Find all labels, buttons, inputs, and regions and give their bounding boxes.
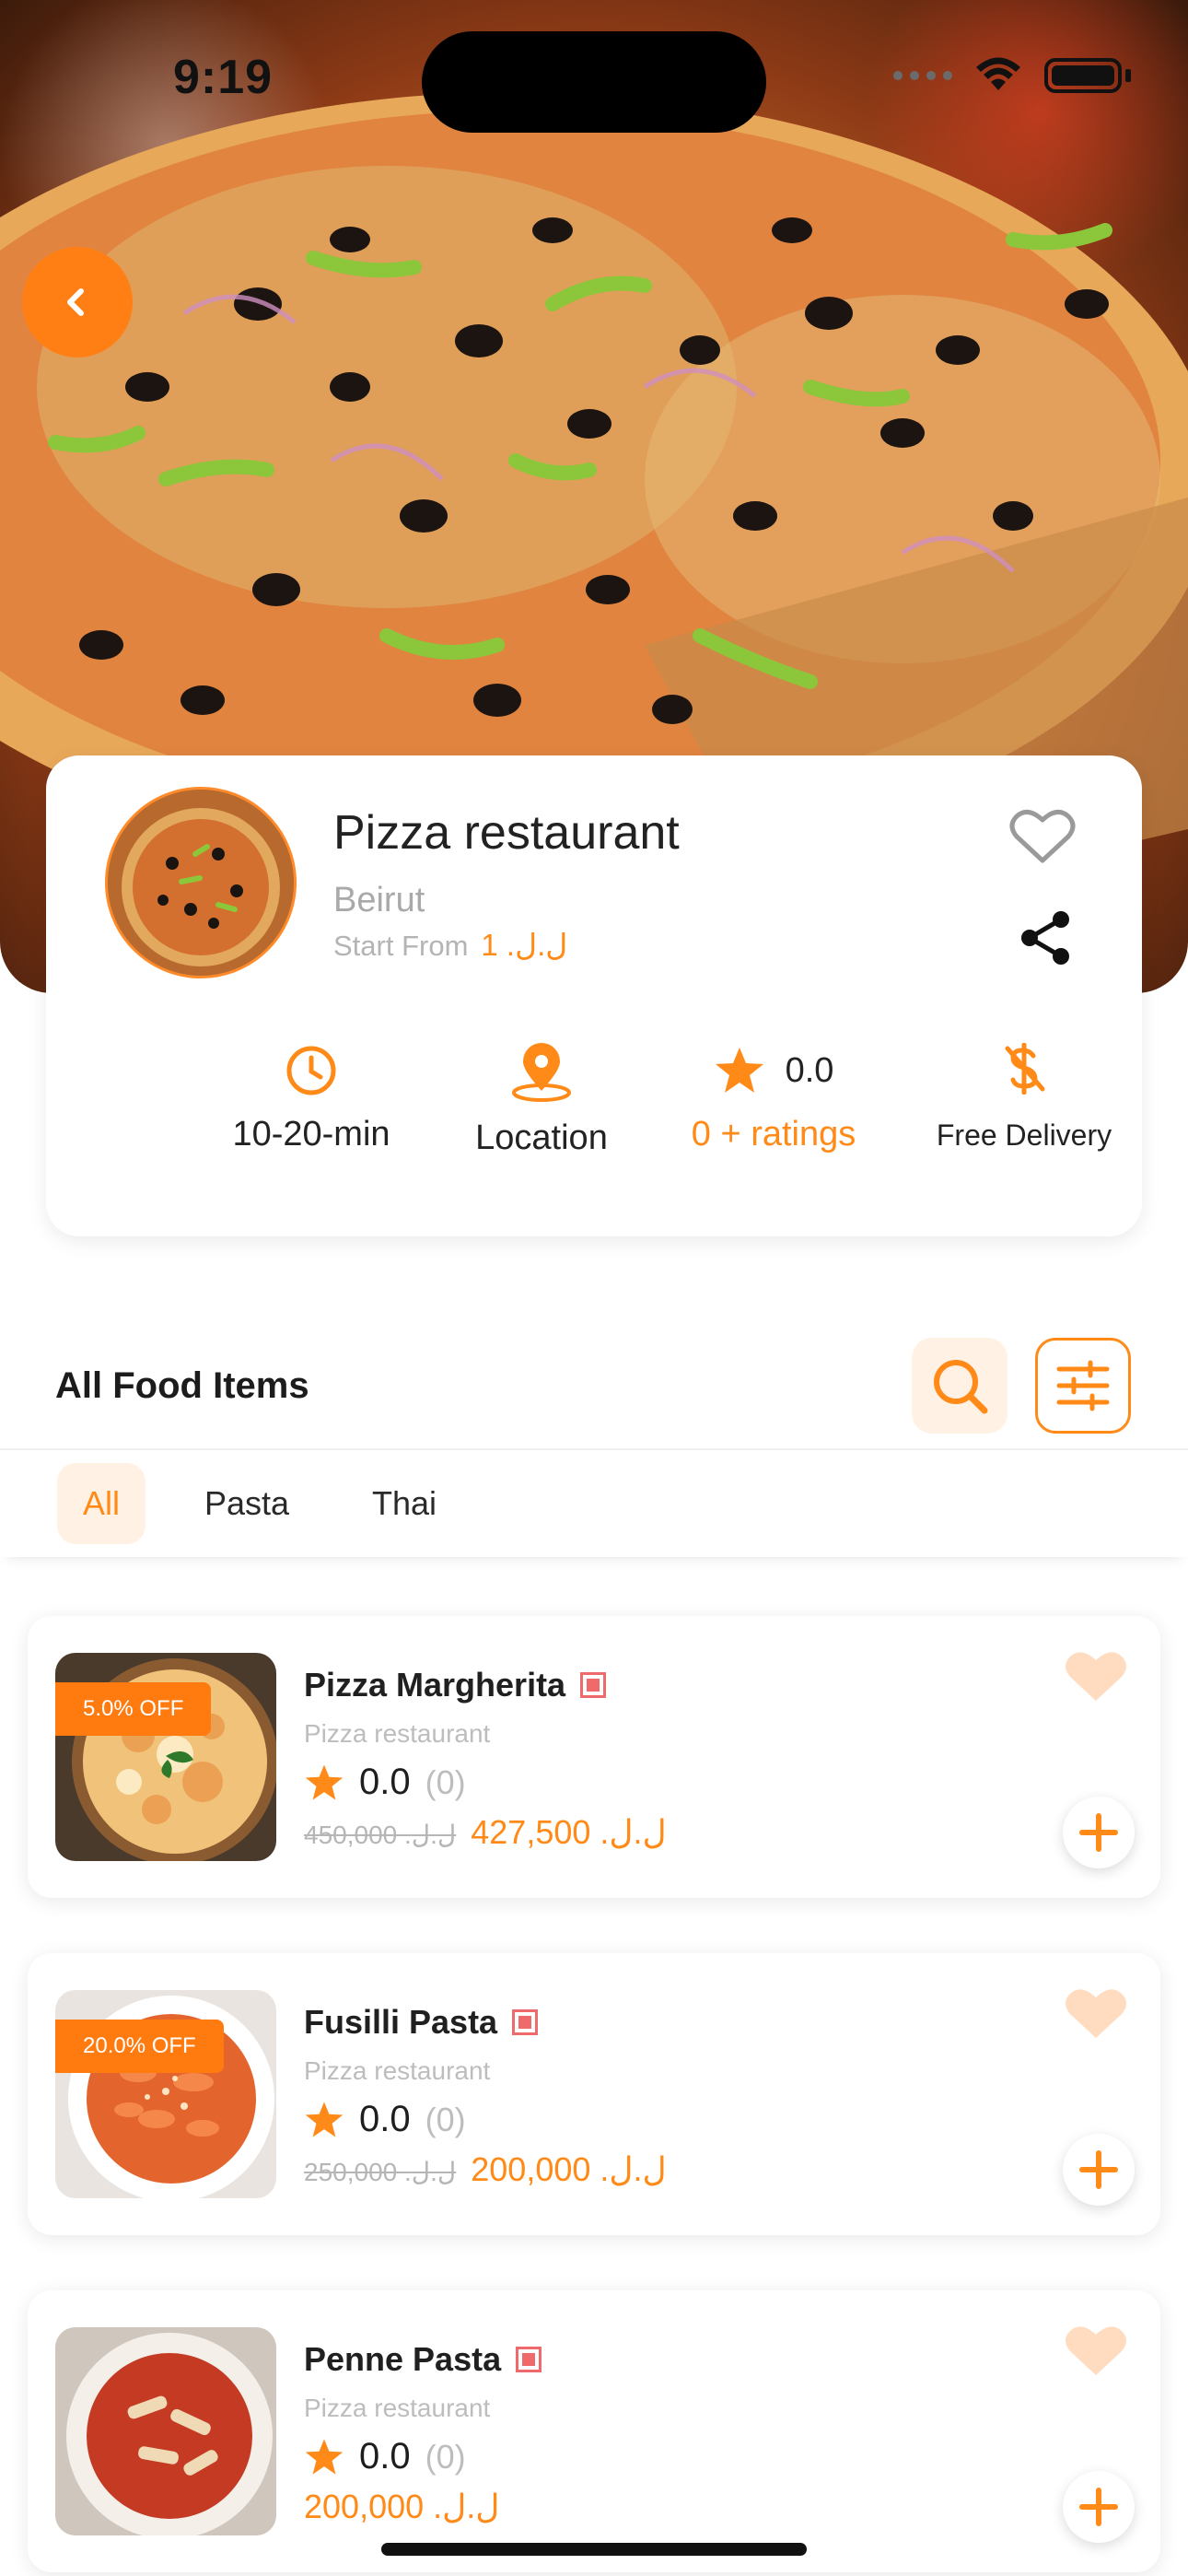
plus-icon <box>1079 2150 1118 2189</box>
favorite-button[interactable] <box>1009 807 1076 871</box>
food-name: Pizza Margherita <box>304 1666 566 1704</box>
battery-icon <box>1044 58 1122 93</box>
favorite-button[interactable] <box>1063 2322 1129 2385</box>
wifi-icon <box>976 57 1020 90</box>
favorite-button[interactable] <box>1063 1647 1129 1711</box>
current-price: 200,000 .ل.ل <box>304 2488 500 2525</box>
old-price: 250,000 .ل.ل <box>304 2158 457 2186</box>
search-button[interactable] <box>912 1338 1007 1434</box>
free-delivery-stat: Free Delivery <box>884 1043 1164 1153</box>
food-restaurant: Pizza restaurant <box>304 1719 491 1748</box>
share-icon <box>1021 911 1069 965</box>
rating-stat[interactable]: 0.0 0 + ratings <box>635 1043 912 1154</box>
delivery-time-label: 10-20-min <box>232 1115 390 1153</box>
tab-pasta[interactable]: Pasta <box>179 1463 315 1544</box>
back-chevron-icon <box>67 288 84 316</box>
restaurant-info-card: Pizza restaurant Beirut Start From 1 .ل.ل… <box>46 755 1142 1236</box>
back-button[interactable] <box>22 247 133 357</box>
search-icon <box>934 1360 988 1414</box>
food-item-card[interactable]: Penne Pasta Pizza restaurant 0.0 (0) 200… <box>28 2290 1160 2572</box>
penne-pasta-image <box>55 2327 276 2535</box>
start-from-row: Start From 1 .ل.ل <box>333 927 567 963</box>
status-indicators <box>893 57 1131 94</box>
add-to-cart-button[interactable] <box>1063 2471 1135 2543</box>
star-icon <box>305 1764 344 1800</box>
food-rating-count: (0) <box>425 1762 466 1801</box>
category-tabs: All Pasta Thai <box>0 1450 1188 1557</box>
start-from-label: Start From <box>333 930 469 962</box>
food-rating-count: (0) <box>425 2100 466 2138</box>
rating-row: 0.0 <box>714 1043 834 1098</box>
heart-outline-icon <box>1009 809 1076 863</box>
food-item-card[interactable]: 20.0% OFF Fusilli Pasta Pizza restaurant… <box>28 1953 1160 2235</box>
food-name-row: Penne Pasta <box>304 2340 542 2379</box>
food-name: Fusilli Pasta <box>304 2003 498 2041</box>
food-rating-value: 0.0 <box>359 1762 411 1802</box>
favorite-button[interactable] <box>1063 1985 1129 2048</box>
food-rating-value: 0.0 <box>359 2436 411 2476</box>
food-rating-value: 0.0 <box>359 2099 411 2139</box>
pizza-thumbnail <box>108 790 294 976</box>
food-rating: 0.0 (0) <box>304 1762 466 1803</box>
share-button[interactable] <box>1019 908 1074 972</box>
delivery-time-stat: 10-20-min <box>181 1043 442 1154</box>
food-rating: 0.0 (0) <box>304 2436 466 2477</box>
food-price-row: 450,000 .ل.ل 427,500 .ل.ل <box>304 1813 667 1852</box>
restaurant-name: Pizza restaurant <box>333 806 680 860</box>
heart-icon <box>1066 1652 1126 1701</box>
heart-icon <box>1066 1989 1126 2038</box>
food-price-row: 250,000 .ل.ل 200,000 .ل.ل <box>304 2150 667 2189</box>
star-icon <box>715 1048 763 1093</box>
discount-badge: 20.0% OFF <box>55 2020 224 2073</box>
food-rating-count: (0) <box>425 2437 466 2476</box>
current-price: 200,000 .ل.ل <box>471 2150 667 2188</box>
start-from-price: 1 .ل.ل <box>481 928 568 962</box>
restaurant-city: Beirut <box>333 881 425 919</box>
plus-icon <box>1079 2488 1118 2526</box>
food-name-row: Pizza Margherita <box>304 1666 607 1704</box>
heart-icon <box>1066 2326 1126 2375</box>
status-time: 9:19 <box>173 51 274 104</box>
star-icon <box>305 2102 344 2137</box>
veg-marker-icon <box>512 2009 539 2035</box>
tab-thai[interactable]: Thai <box>346 1463 462 1544</box>
discount-badge: 5.0% OFF <box>55 1682 212 1736</box>
veg-marker-icon <box>516 2347 542 2372</box>
star-icon <box>305 2439 344 2475</box>
location-pin-icon <box>512 1043 571 1102</box>
food-name-row: Fusilli Pasta <box>304 2003 539 2042</box>
tab-all[interactable]: All <box>57 1463 146 1544</box>
location-stat[interactable]: Location <box>411 1043 672 1158</box>
food-image <box>55 2327 276 2535</box>
free-delivery-icon <box>1005 1043 1045 1095</box>
food-price-row: 200,000 .ل.ل <box>304 2488 499 2526</box>
add-to-cart-button[interactable] <box>1063 1797 1135 1868</box>
free-delivery-label: Free Delivery <box>936 1118 1112 1152</box>
cellular-signal-icon <box>893 71 952 80</box>
food-restaurant: Pizza restaurant <box>304 2056 491 2085</box>
clock-icon <box>286 1046 336 1095</box>
food-restaurant: Pizza restaurant <box>304 2394 491 2422</box>
battery-tip <box>1125 69 1131 82</box>
veg-marker-icon <box>580 1672 607 1698</box>
rating-value: 0.0 <box>785 1050 834 1090</box>
filter-button[interactable] <box>1035 1338 1131 1434</box>
food-item-card[interactable]: 5.0% OFF Pizza Margherita Pizza restaura… <box>28 1616 1160 1898</box>
food-rating: 0.0 (0) <box>304 2099 466 2140</box>
restaurant-logo <box>105 787 297 978</box>
plus-icon <box>1079 1813 1118 1852</box>
current-price: 427,500 .ل.ل <box>471 1813 667 1851</box>
old-price: 450,000 .ل.ل <box>304 1821 457 1849</box>
section-title: All Food Items <box>55 1365 309 1406</box>
add-to-cart-button[interactable] <box>1063 2134 1135 2206</box>
filter-sliders-icon <box>1056 1360 1110 1411</box>
dynamic-island <box>422 31 766 133</box>
ratings-count: 0 + ratings <box>691 1115 856 1153</box>
food-name: Penne Pasta <box>304 2340 502 2378</box>
location-label: Location <box>475 1118 608 1157</box>
home-indicator[interactable] <box>381 2543 807 2556</box>
